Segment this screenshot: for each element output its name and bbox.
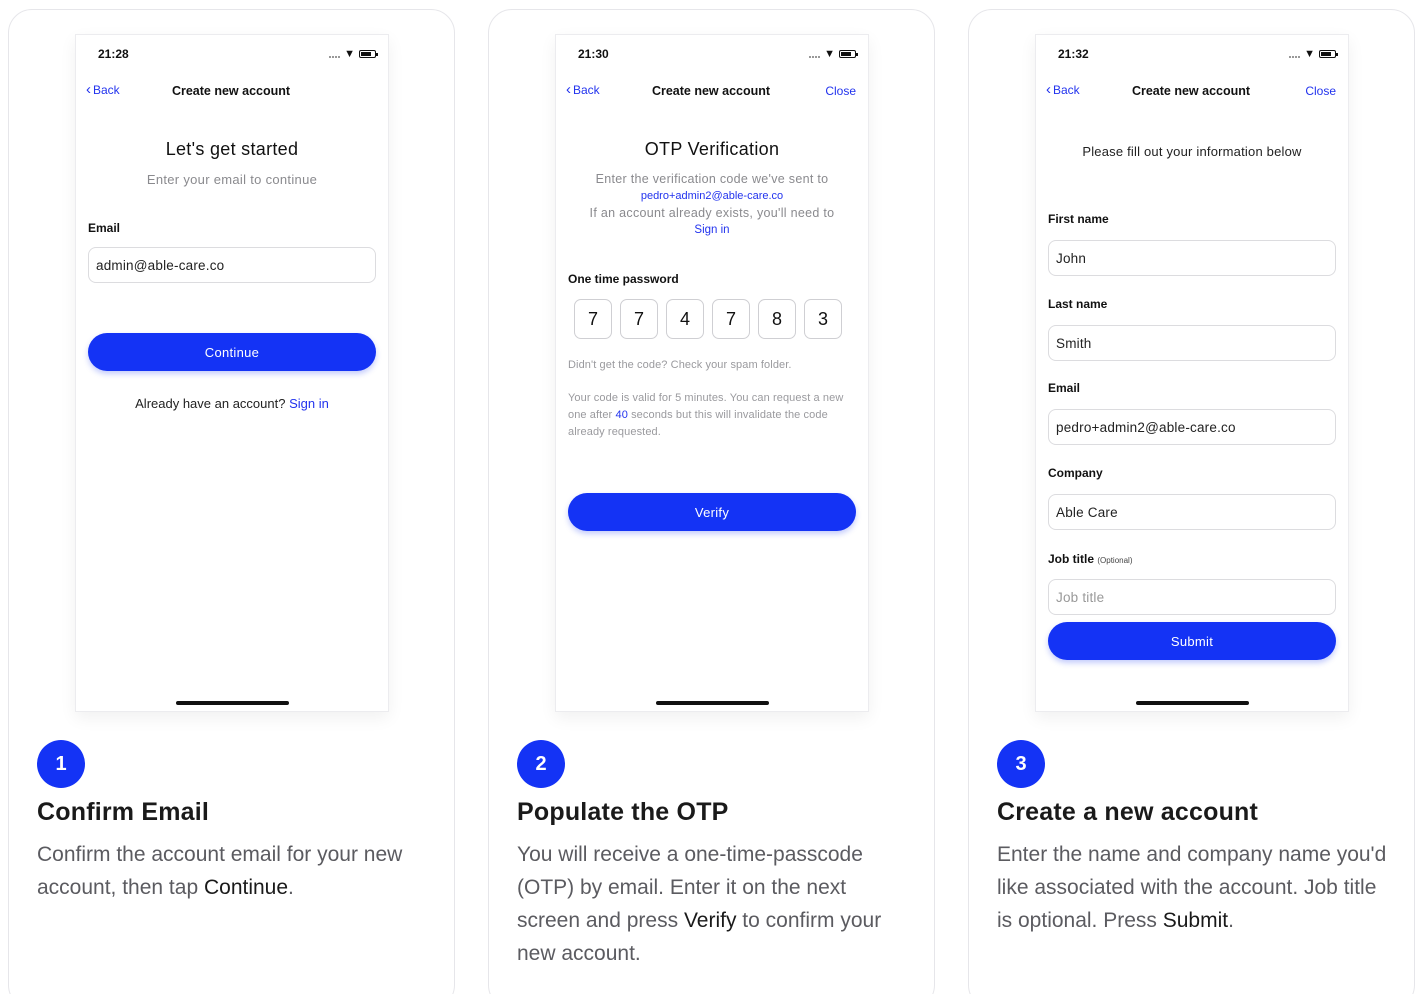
signal-icon [329, 50, 341, 58]
optional-tag: (Optional) [1097, 556, 1133, 565]
page-heading: Let's get started [165, 139, 299, 159]
step-card-2: 21:30 ▼ ‹ Back Create new account Close … [488, 9, 935, 994]
phone-screen-details: 21:32 ▼ ‹ Back Create new account Close … [1035, 34, 1349, 712]
otp-digit-4[interactable]: 7 [712, 299, 750, 339]
home-indicator [1136, 701, 1249, 705]
spam-note: Didn't get the code? Check your spam fol… [568, 359, 792, 371]
step-description: You will receive a one-time-passcode (OT… [517, 838, 912, 970]
verify-button[interactable]: Verify [568, 493, 856, 531]
wifi-icon: ▼ [1304, 48, 1315, 60]
otp-digit-6[interactable]: 3 [804, 299, 842, 339]
job-title-label-text: Job title [1048, 552, 1095, 566]
otp-digit-2[interactable]: 7 [620, 299, 658, 339]
home-indicator [176, 701, 289, 705]
nav-title: Create new account [1131, 84, 1251, 98]
signin-link[interactable]: Sign in [289, 396, 329, 411]
step-title: Confirm Email [37, 798, 210, 826]
step-card-3: 21:32 ▼ ‹ Back Create new account Close … [968, 9, 1415, 994]
battery-icon [1319, 50, 1338, 58]
status-time: 21:30 [578, 47, 609, 61]
otp-label: One time password [568, 272, 679, 286]
otp-digit-5[interactable]: 8 [758, 299, 796, 339]
otp-email: pedro+admin2@able-care.co [640, 190, 784, 202]
description-end: . [288, 876, 294, 899]
company-field[interactable]: Able Care [1048, 494, 1336, 530]
battery-icon [839, 50, 858, 58]
existing-account-note: If an account already exists, you'll nee… [589, 206, 835, 220]
otp-instruction: Enter the verification code we've sent t… [595, 172, 829, 186]
otp-digit-1[interactable]: 7 [574, 299, 612, 339]
status-bar: 21:30 ▼ [578, 47, 858, 61]
status-time: 21:28 [98, 47, 129, 61]
otp-digit-3[interactable]: 4 [666, 299, 704, 339]
signal-icon [809, 50, 821, 58]
signin-link-wrap: Sign in [556, 224, 868, 236]
job-title-field[interactable]: Job title [1048, 579, 1336, 615]
step-title: Populate the OTP [517, 798, 729, 826]
close-button[interactable]: Close [1305, 84, 1336, 98]
email-label: Email [88, 221, 121, 235]
company-label: Company [1048, 466, 1103, 480]
otp-input-group: 7 7 4 7 8 3 [574, 299, 842, 339]
page-heading: OTP Verification [644, 139, 780, 159]
step-title: Create a new account [997, 798, 1259, 826]
signal-icon [1289, 50, 1301, 58]
step-description: Enter the name and company name you'd li… [997, 838, 1392, 937]
nav-bar: ‹ Back Create new account Close [566, 82, 856, 101]
wifi-icon: ▼ [824, 48, 835, 60]
page-subheading: Enter your email to continue [146, 172, 318, 187]
nav-bar: ‹ Back Create new account Close [1046, 82, 1336, 101]
close-button[interactable]: Close [825, 84, 856, 98]
phone-screen-otp: 21:30 ▼ ‹ Back Create new account Close … [555, 34, 869, 712]
step-badge: 1 [37, 740, 85, 788]
description-emphasis: Continue [203, 876, 289, 899]
job-title-label: Job title (Optional) [1048, 552, 1132, 566]
email-field[interactable]: admin@able-care.co [88, 247, 376, 283]
wifi-icon: ▼ [344, 48, 355, 60]
step-description: Confirm the account email for your new a… [37, 838, 432, 904]
signin-link[interactable]: Sign in [694, 224, 729, 236]
signin-prompt: Already have an account? Sign in [76, 396, 388, 411]
submit-button[interactable]: Submit [1048, 622, 1336, 660]
email-label: Email [1048, 381, 1081, 395]
home-indicator [656, 701, 769, 705]
first-name-label: First name [1048, 212, 1109, 226]
step-badge: 3 [997, 740, 1045, 788]
continue-button[interactable]: Continue [88, 333, 376, 371]
last-name-label: Last name [1048, 297, 1108, 311]
first-name-field[interactable]: John [1048, 240, 1336, 276]
status-bar: 21:28 ▼ [98, 47, 378, 61]
email-field[interactable]: pedro+admin2@able-care.co [1048, 409, 1336, 445]
nav-title: Create new account [651, 84, 771, 98]
nav-bar: ‹ Back Create new account [86, 82, 376, 101]
signin-prompt-text: Already have an account? [135, 396, 286, 411]
validity-note: Your code is valid for 5 minutes. You ca… [568, 390, 856, 441]
phone-screen-email: 21:28 ▼ ‹ Back Create new account Let's … [75, 34, 389, 712]
status-bar: 21:32 ▼ [1058, 47, 1338, 61]
status-time: 21:32 [1058, 47, 1089, 61]
description-emphasis: Verify [683, 909, 737, 932]
battery-icon [359, 50, 378, 58]
form-instruction: Please fill out your information below [1082, 144, 1302, 159]
countdown-seconds: 40 [615, 409, 628, 421]
nav-title: Create new account [171, 84, 291, 98]
description-emphasis: Submit [1162, 909, 1229, 932]
step-badge: 2 [517, 740, 565, 788]
description-end: . [1228, 909, 1234, 932]
last-name-field[interactable]: Smith [1048, 325, 1336, 361]
step-card-1: 21:28 ▼ ‹ Back Create new account Let's … [8, 9, 455, 994]
